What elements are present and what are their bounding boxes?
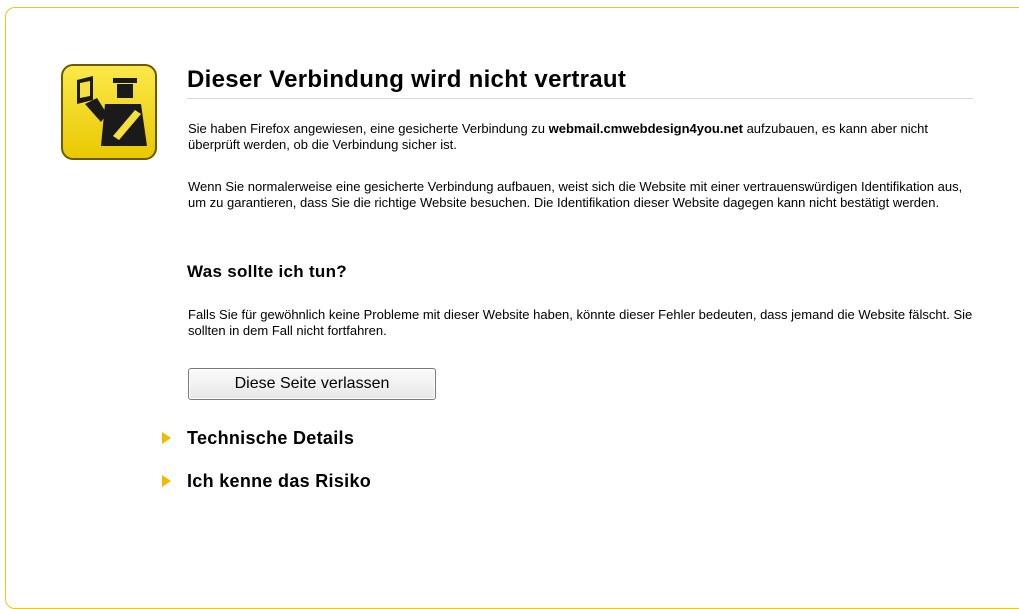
understand-risks-label: Ich kenne das Risiko bbox=[187, 470, 372, 491]
understand-risks-expander[interactable]: Ich kenne das Risiko bbox=[162, 470, 371, 492]
security-officer-icon bbox=[61, 64, 157, 160]
page-title: Dieser Verbindung wird nicht vertraut bbox=[187, 66, 973, 99]
leave-page-button[interactable]: Diese Seite verlassen bbox=[188, 368, 436, 400]
triangle-right-icon bbox=[162, 475, 171, 487]
what-to-do-text: Falls Sie für gewöhnlich keine Probleme … bbox=[188, 307, 973, 338]
technical-details-expander[interactable]: Technische Details bbox=[162, 427, 354, 449]
what-to-do-heading: Was sollte ich tun? bbox=[187, 262, 347, 281]
triangle-right-icon bbox=[162, 432, 171, 444]
explanation-text: Wenn Sie normalerweise eine gesicherte V… bbox=[188, 179, 963, 210]
technical-details-label: Technische Details bbox=[187, 427, 355, 448]
intro-text: Sie haben Firefox angewiesen, eine gesic… bbox=[188, 121, 928, 152]
host-name: webmail.cmwebdesign4you.net bbox=[548, 121, 743, 136]
